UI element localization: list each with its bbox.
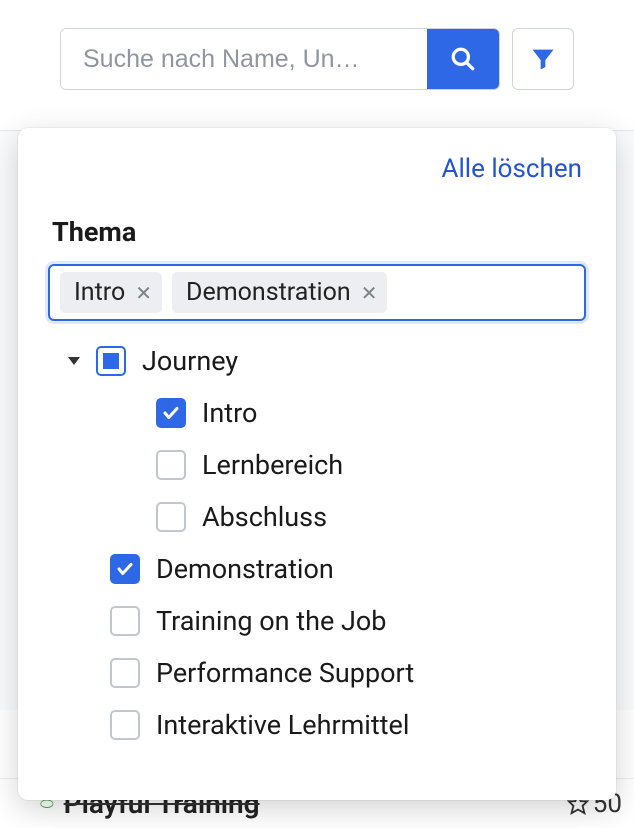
tree-node: Intro (48, 387, 594, 439)
tree-node: Training on the Job (48, 595, 594, 647)
tree-checkbox[interactable] (110, 606, 140, 636)
tree-node-label[interactable]: Demonstration (156, 553, 334, 585)
funnel-icon (529, 45, 557, 73)
tree-checkbox[interactable] (156, 450, 186, 480)
tree-node-label[interactable]: Lernbereich (202, 449, 343, 481)
search-icon (450, 46, 476, 72)
tree-checkbox[interactable] (156, 502, 186, 532)
filter-popover: Alle löschen Thema Intro✕Demonstration✕ … (18, 128, 616, 800)
remove-tag-icon[interactable]: ✕ (135, 283, 152, 303)
tree-checkbox[interactable] (96, 346, 126, 376)
search-field-wrapper (60, 28, 500, 90)
filter-button[interactable] (512, 28, 574, 90)
filter-tag: Demonstration ✕ (172, 272, 387, 313)
tree-node-label[interactable]: Performance Support (156, 657, 414, 689)
filter-tag-label: Intro (74, 278, 125, 307)
filter-section-label: Thema (18, 184, 616, 264)
tree-node-label[interactable]: Journey (142, 345, 238, 377)
tree-checkbox[interactable] (156, 398, 186, 428)
remove-tag-icon[interactable]: ✕ (361, 283, 378, 303)
tree-node: Lernbereich (48, 439, 594, 491)
filter-tag: Intro ✕ (60, 272, 162, 313)
expand-caret-icon[interactable] (68, 357, 80, 365)
topic-tree[interactable]: Journey Intro Lernbereich Abschluss Demonstr… (48, 335, 604, 775)
tag-input-field[interactable]: Intro ✕ Demonstration ✕ (48, 264, 586, 321)
search-input[interactable] (61, 29, 427, 89)
tree-checkbox[interactable] (110, 554, 140, 584)
tree-node: Demonstration (48, 543, 594, 595)
filter-tag-label: Demonstration (186, 278, 351, 307)
tree-checkbox[interactable] (110, 658, 140, 688)
tree-checkbox[interactable] (110, 710, 140, 740)
tree-node: Abschluss (48, 491, 594, 543)
tree-node: Performance Support (48, 647, 594, 699)
tree-node-label[interactable]: Interaktive Lehrmittel (156, 709, 409, 741)
tree-node: Journey (48, 335, 594, 387)
tree-node: Interaktive Lehrmittel (48, 699, 594, 751)
tree-node-label[interactable]: Intro (202, 397, 257, 429)
clear-all-link[interactable]: Alle löschen (18, 154, 616, 184)
tree-node-label[interactable]: Abschluss (202, 501, 327, 533)
search-button[interactable] (427, 29, 499, 89)
tree-node-label[interactable]: Training on the Job (156, 605, 386, 637)
